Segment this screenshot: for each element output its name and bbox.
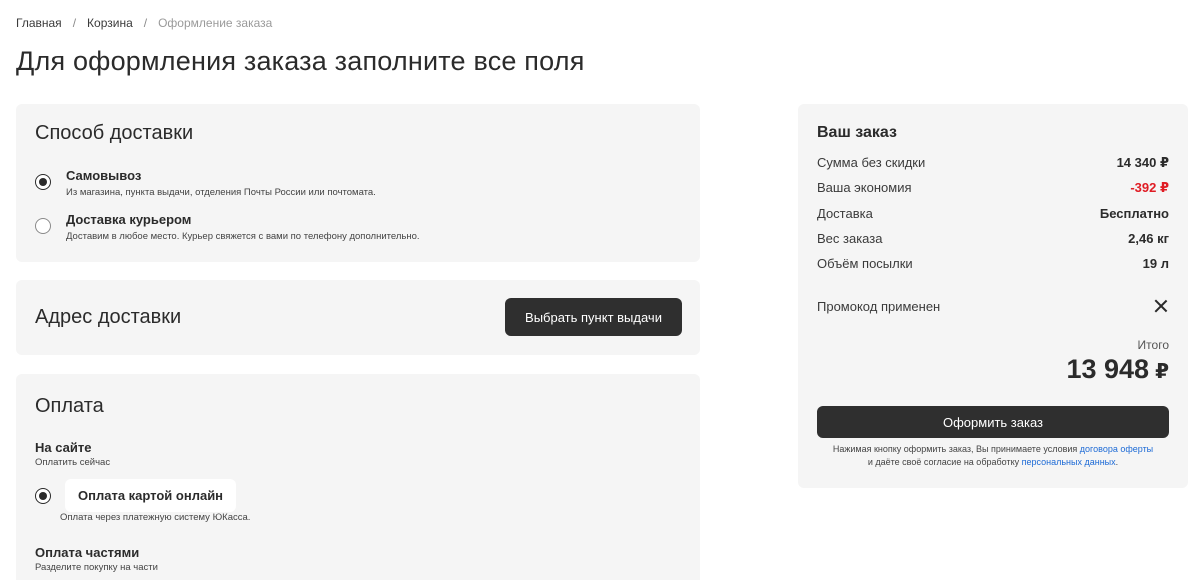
choose-pickup-point-button[interactable]: Выбрать пункт выдачи bbox=[505, 298, 682, 336]
payment-option-desc: Оплата через платежную систему ЮКасса. bbox=[60, 512, 251, 523]
personal-data-link[interactable]: персональных данных bbox=[1022, 457, 1116, 467]
checkout-button[interactable]: Оформить заказ bbox=[817, 406, 1169, 438]
payment-online-title: На сайте bbox=[35, 440, 92, 455]
summary-row-value: 14 340 ₽ bbox=[1116, 155, 1169, 170]
payment-option-card-online[interactable]: Оплата картой онлайн bbox=[35, 479, 237, 512]
terms-notice: Нажимая кнопку оформить заказ, Вы приним… bbox=[812, 443, 1174, 469]
summary-row-subtotal: Сумма без скидки 14 340 ₽ bbox=[817, 155, 1169, 171]
breadcrumb-home[interactable]: Главная bbox=[16, 16, 62, 30]
order-summary-title: Ваш заказ bbox=[817, 124, 897, 141]
summary-row-delivery: Доставка Бесплатно bbox=[817, 206, 1169, 221]
total-value: 13 948 ₽ bbox=[1066, 354, 1169, 385]
delivery-option-text: Доставка курьером Доставим в любое место… bbox=[66, 212, 420, 242]
delivery-method-card: Способ доставки Самовывоз Из магазина, п… bbox=[16, 104, 700, 262]
delivery-method-title: Способ доставки bbox=[35, 122, 194, 144]
summary-row-value: 2,46 кг bbox=[1128, 231, 1169, 246]
summary-row-weight: Вес заказа 2,46 кг bbox=[817, 231, 1169, 246]
breadcrumb-separator: / bbox=[143, 16, 148, 30]
total-amount: 13 948 bbox=[1066, 354, 1150, 384]
offer-agreement-link[interactable]: договора оферты bbox=[1080, 444, 1153, 454]
delivery-option-text: Самовывоз Из магазина, пункта выдачи, от… bbox=[66, 168, 376, 198]
payment-installments-title: Оплата частями bbox=[35, 545, 140, 560]
delivery-option-desc: Из магазина, пункта выдачи, отделения По… bbox=[66, 187, 376, 198]
payment-option-label[interactable]: Оплата картой онлайн bbox=[65, 479, 237, 512]
payment-title: Оплата bbox=[35, 395, 104, 417]
summary-row-volume: Объём посылки 19 л bbox=[817, 256, 1169, 271]
summary-row-label: Сумма без скидки bbox=[817, 155, 926, 170]
breadcrumb-separator: / bbox=[72, 16, 77, 30]
summary-row-label: Ваша экономия bbox=[817, 180, 912, 195]
page-title: Для оформления заказа заполните все поля bbox=[16, 46, 585, 76]
summary-row-value: -392 ₽ bbox=[1130, 180, 1169, 195]
total-currency: ₽ bbox=[1155, 361, 1169, 383]
payment-online-sub: Оплатить сейчас bbox=[35, 457, 111, 468]
radio-checked-icon[interactable] bbox=[35, 174, 51, 190]
close-icon[interactable] bbox=[1151, 296, 1171, 316]
order-summary-card: Ваш заказ Сумма без скидки 14 340 ₽ Ваша… bbox=[798, 104, 1188, 488]
terms-suffix: . bbox=[1115, 457, 1119, 467]
total-label: Итого bbox=[1137, 338, 1169, 352]
breadcrumb-current: Оформление заказа bbox=[158, 16, 273, 30]
promo-applied-row: Промокод применен bbox=[817, 296, 1169, 316]
delivery-option-courier[interactable]: Доставка курьером Доставим в любое место… bbox=[35, 212, 420, 242]
summary-row-label: Доставка bbox=[817, 206, 873, 221]
summary-row-value: Бесплатно bbox=[1099, 206, 1169, 221]
terms-middle: и даёте своё согласие на обработку bbox=[867, 457, 1020, 467]
payment-installments-sub: Разделите покупку на части bbox=[35, 562, 158, 573]
delivery-option-label: Самовывоз bbox=[66, 168, 142, 183]
summary-row-value: 19 л bbox=[1142, 256, 1169, 271]
promo-applied-label: Промокод применен bbox=[817, 298, 941, 314]
terms-prefix: Нажимая кнопку оформить заказ, Вы приним… bbox=[832, 444, 1078, 454]
delivery-address-title: Адрес доставки bbox=[35, 306, 182, 328]
radio-checked-icon[interactable] bbox=[35, 487, 51, 504]
delivery-option-label: Доставка курьером bbox=[66, 212, 192, 227]
payment-card: Оплата На сайте Оплатить сейчас Оплата к… bbox=[16, 374, 700, 580]
breadcrumb-cart[interactable]: Корзина bbox=[87, 16, 133, 30]
delivery-option-pickup[interactable]: Самовывоз Из магазина, пункта выдачи, от… bbox=[35, 168, 376, 198]
summary-row-label: Вес заказа bbox=[817, 231, 883, 246]
breadcrumb: Главная / Корзина / Оформление заказа bbox=[16, 16, 272, 30]
radio-unchecked-icon[interactable] bbox=[35, 218, 51, 234]
summary-row-label: Объём посылки bbox=[817, 256, 913, 271]
delivery-option-desc: Доставим в любое место. Курьер свяжется … bbox=[66, 231, 420, 242]
delivery-address-card: Адрес доставки Выбрать пункт выдачи bbox=[16, 280, 700, 355]
summary-row-savings: Ваша экономия -392 ₽ bbox=[817, 180, 1169, 196]
